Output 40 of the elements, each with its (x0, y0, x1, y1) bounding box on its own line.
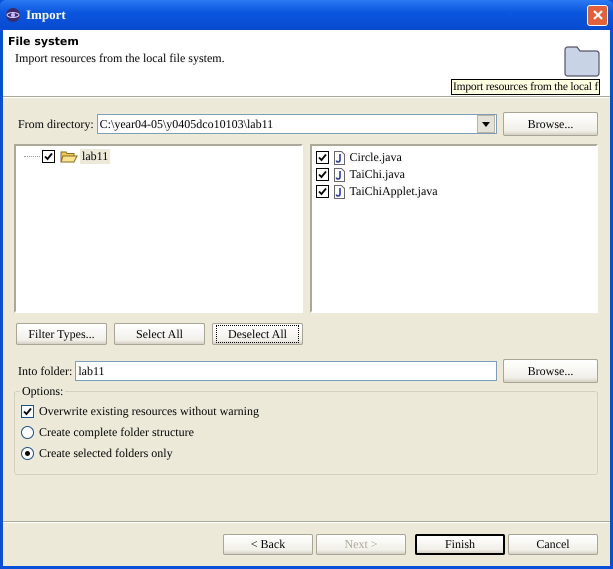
option-label[interactable]: Overwrite existing resources without warning (39, 404, 259, 418)
from-directory-label: From directory: (18, 116, 94, 132)
radio-button[interactable] (21, 446, 34, 460)
folder-icon (563, 44, 601, 78)
java-file-icon (334, 168, 344, 182)
selection-button[interactable]: Filter Types... (16, 323, 107, 345)
file-item[interactable]: TaiChi.java (350, 167, 405, 182)
browse-button[interactable]: Browse... (503, 359, 598, 383)
browse-button[interactable]: Browse... (503, 112, 598, 136)
file-item[interactable]: TaiChiApplet.java (350, 184, 438, 199)
close-icon (592, 9, 604, 21)
page-description: Import resources from the local file system. (15, 51, 226, 66)
wizard-button[interactable]: < Back (223, 534, 313, 555)
tooltip: Import resources from the local f (451, 79, 600, 95)
option-label[interactable]: Create selected folders only (39, 446, 173, 460)
wizard-button[interactable]: Cancel (508, 534, 598, 555)
dropdown-arrow-icon (482, 122, 490, 126)
folder-icon (60, 150, 78, 163)
options-legend: Options: (20, 384, 66, 399)
into-folder-field[interactable]: lab11 (75, 361, 497, 381)
directory-combo-box[interactable]: C:\year04-05\y0405dco10103\lab11 (96, 114, 497, 134)
tree-item[interactable]: lab11 (80, 149, 110, 164)
java-file-icon (334, 150, 344, 164)
checkbox[interactable] (316, 151, 328, 164)
java-file-icon (334, 184, 344, 198)
app-icon (5, 7, 21, 23)
checkbox[interactable] (316, 185, 328, 198)
into-folder-label: Into folder: (18, 364, 72, 378)
selection-button[interactable]: Deselect All (212, 323, 303, 345)
checkbox[interactable] (316, 168, 328, 181)
page-title: File system (8, 35, 80, 48)
window-title: Import (26, 7, 67, 23)
selection-button[interactable]: Select All (114, 323, 205, 345)
option-label[interactable]: Create complete folder structure (39, 424, 194, 440)
close-button[interactable] (587, 4, 608, 26)
wizard-button[interactable]: Finish (415, 534, 505, 555)
file-item[interactable]: Circle.java (350, 150, 402, 165)
checkbox[interactable] (21, 404, 34, 418)
radio-button[interactable] (21, 426, 34, 438)
checkbox[interactable] (42, 150, 55, 163)
